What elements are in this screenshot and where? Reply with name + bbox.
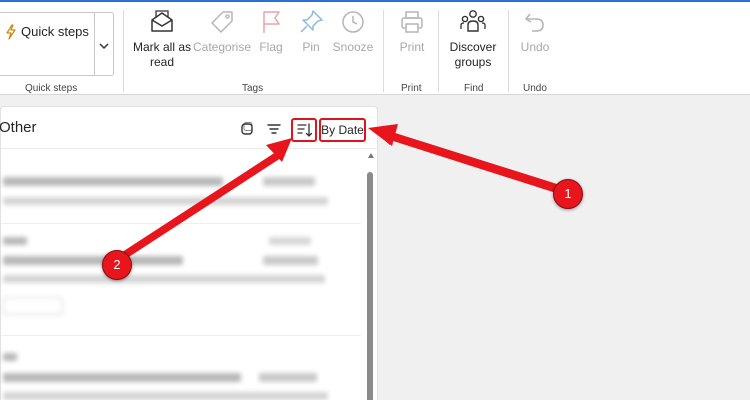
quick-steps-gallery[interactable]: Quick steps <box>0 12 114 76</box>
group-label-quick-steps: Quick steps <box>25 83 78 94</box>
clock-icon <box>342 11 364 33</box>
discover-groups-button[interactable]: Discover groups <box>446 8 500 70</box>
filter-icon[interactable] <box>265 120 283 138</box>
sort-by-date-button[interactable]: By Date <box>319 118 366 142</box>
blurred-actions <box>269 237 311 245</box>
blurred-time <box>263 256 318 265</box>
sort-direction-button[interactable] <box>291 118 317 142</box>
ribbon-separator <box>438 10 439 92</box>
tag-icon <box>211 11 233 33</box>
mail-list-title: Other <box>0 119 37 136</box>
flag-icon <box>263 11 280 33</box>
blurred-sender <box>3 353 17 361</box>
mail-list-panel: Other By Date <box>0 106 379 400</box>
snooze-label: Snooze <box>332 40 374 54</box>
print-label: Print <box>399 40 425 54</box>
undo-arrow-icon <box>525 13 544 32</box>
group-label-undo: Undo <box>523 83 547 94</box>
scroll-up-arrow[interactable] <box>368 153 374 158</box>
ribbon: Quick steps Quick steps Mark all as read… <box>0 0 750 95</box>
pin-button[interactable]: Pin <box>296 8 326 55</box>
blurred-time <box>263 177 315 186</box>
group-label-print: Print <box>401 83 422 94</box>
list-item[interactable] <box>1 353 361 400</box>
pin-icon <box>300 10 323 33</box>
snooze-button[interactable]: Snooze <box>331 8 375 55</box>
scrollbar-thumb[interactable] <box>367 172 373 400</box>
lightning-icon <box>6 24 16 40</box>
envelope-open-icon <box>151 10 173 32</box>
mark-all-read-label-line2: read <box>149 55 175 69</box>
ribbon-separator <box>508 10 509 92</box>
blurred-subject <box>3 256 183 265</box>
row-divider <box>1 335 361 336</box>
blurred-preview <box>3 197 328 205</box>
people-group-icon <box>460 10 486 32</box>
ribbon-separator <box>123 10 124 92</box>
blurred-attachment <box>3 297 63 315</box>
print-button[interactable]: Print <box>396 8 428 55</box>
discover-groups-label-line2: groups <box>454 55 492 69</box>
blurred-subject <box>3 373 241 382</box>
annotation-arrow-1 <box>368 124 557 193</box>
mark-all-read-button[interactable]: Mark all as read <box>130 8 194 70</box>
mark-all-read-label-line1: Mark all as <box>132 40 191 54</box>
pin-label: Pin <box>302 40 320 54</box>
undo-button[interactable]: Undo <box>518 8 552 55</box>
flag-button[interactable]: Flag <box>256 8 286 55</box>
group-label-tags: Tags <box>242 83 264 94</box>
blurred-time <box>259 373 317 382</box>
annotation-badge-2: 2 <box>102 250 132 280</box>
blurred-sender <box>3 237 27 245</box>
quick-steps-button[interactable]: Quick steps <box>0 13 95 75</box>
categorise-label: Categorise <box>192 40 252 54</box>
list-item[interactable] <box>1 237 361 317</box>
quick-steps-divider <box>94 13 95 75</box>
group-label-find: Find <box>464 83 484 94</box>
categorise-button[interactable]: Categorise <box>192 8 252 55</box>
header-divider <box>1 148 379 149</box>
sort-arrow-icon <box>297 123 313 137</box>
undo-label: Undo <box>520 40 550 54</box>
quick-steps-label: Quick steps <box>21 24 89 39</box>
row-divider <box>1 223 361 224</box>
select-icon[interactable] <box>238 120 256 138</box>
chevron-down-icon[interactable] <box>99 42 109 50</box>
blurred-sender <box>3 177 223 186</box>
ribbon-separator <box>383 10 384 92</box>
annotation-badge-1: 1 <box>553 179 583 209</box>
flag-label: Flag <box>259 40 283 54</box>
discover-groups-label-line1: Discover <box>449 40 497 54</box>
list-item[interactable] <box>1 177 361 225</box>
blurred-preview <box>3 392 328 400</box>
blurred-preview <box>3 275 325 283</box>
printer-icon <box>401 11 423 33</box>
